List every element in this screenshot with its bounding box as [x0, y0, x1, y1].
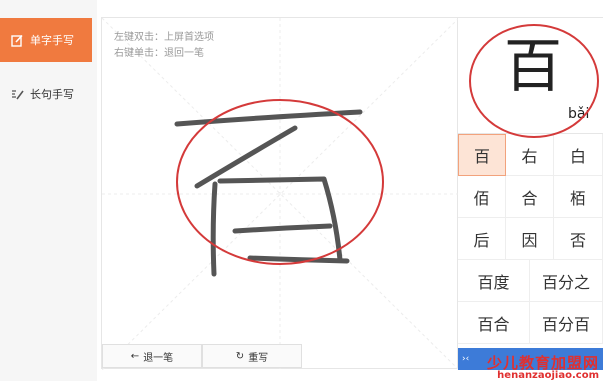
edit-icon: [10, 33, 24, 47]
sidebar-item-label: 长句手写: [30, 88, 74, 101]
pad-button-row: ← 退一笔 ↻ 重写: [102, 344, 302, 368]
preview-char: 百: [504, 32, 563, 100]
candidate-cell[interactable]: 百: [458, 134, 506, 176]
candidate-word-cell[interactable]: 百度: [458, 260, 530, 302]
candidate-cell[interactable]: 后: [458, 218, 506, 260]
candidate-panel: 百 bǎi 百 右 白 佰 合 栢 后 因 否 百度 百分之 百合 百分百 ›‹: [458, 17, 603, 370]
candidate-word-cell[interactable]: 百分百: [530, 302, 603, 344]
undo-stroke-button[interactable]: ← 退一笔: [102, 344, 202, 368]
sidebar-item-label: 单字手写: [30, 34, 74, 47]
candidate-cell[interactable]: 否: [554, 218, 603, 260]
site-watermark: 少儿教育加盟网 henanzaojiao.com: [456, 352, 603, 381]
rewrite-label: 重写: [248, 352, 269, 364]
pen-lines-icon: [10, 87, 24, 101]
candidate-cell[interactable]: 栢: [554, 176, 603, 218]
sidebar-item-single-char[interactable]: 单字手写: [0, 18, 92, 62]
sidebar: 单字手写 长句手写: [0, 0, 97, 381]
preview-pinyin: bǎi: [568, 106, 590, 122]
candidate-cell[interactable]: 因: [506, 218, 554, 260]
candidate-grid: 百 右 白 佰 合 栢 后 因 否 百度 百分之 百合 百分百: [458, 133, 603, 344]
candidate-cell[interactable]: 白: [554, 134, 603, 176]
candidate-word-cell[interactable]: 百分之: [530, 260, 603, 302]
candidate-word-cell[interactable]: 百合: [458, 302, 530, 344]
handwriting-pad[interactable]: 左键双击：上屏首选项 右键单击：退回一笔 ← 退一笔 ↻ 重写: [101, 17, 459, 370]
watermark-url: henanzaojiao.com: [497, 370, 599, 381]
handwritten-strokes: [174, 99, 384, 277]
refresh-icon: ↻: [235, 350, 245, 362]
undo-label: 退一笔: [143, 352, 174, 364]
arrow-left-icon: ←: [130, 350, 140, 362]
candidate-cell[interactable]: 右: [506, 134, 554, 176]
candidate-cell[interactable]: 佰: [458, 176, 506, 218]
rewrite-button[interactable]: ↻ 重写: [202, 344, 302, 368]
candidate-cell[interactable]: 合: [506, 176, 554, 218]
sidebar-item-sentence[interactable]: 长句手写: [0, 72, 92, 116]
char-preview: 百 bǎi: [458, 18, 603, 133]
